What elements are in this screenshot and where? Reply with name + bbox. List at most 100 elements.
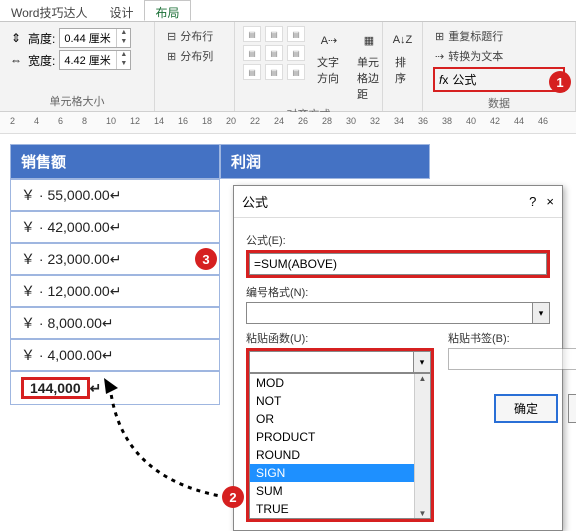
ruler-tick: 38 bbox=[442, 116, 452, 126]
paste-func-drop[interactable]: ▾ bbox=[413, 351, 431, 373]
repeat-hdr-icon: ⊞ bbox=[435, 30, 444, 43]
dialog-help-button[interactable]: ? bbox=[529, 194, 536, 209]
ok-button[interactable]: 确定 bbox=[494, 394, 558, 423]
ruler-tick: 46 bbox=[538, 116, 548, 126]
group-alignment: ▤ ▤ ▤ ▤ ▤ ▤ ▤ ▤ ▤ A⇢ 文字方向 bbox=[235, 22, 383, 111]
dist-rows-icon: ⊟ bbox=[167, 30, 176, 43]
result-cell[interactable]: 144,000↵ bbox=[10, 371, 220, 405]
paste-func-combo[interactable]: ▾ bbox=[249, 351, 431, 373]
table-row[interactable]: ￥ · 8,000.00↵ bbox=[10, 307, 220, 339]
callout-badge-2: 2 bbox=[222, 486, 244, 508]
tab-design[interactable]: 设计 bbox=[98, 0, 144, 21]
callout-badge-1: 1 bbox=[549, 71, 571, 93]
callout-badge-3: 3 bbox=[195, 248, 217, 270]
dialog-title: 公式 bbox=[242, 192, 268, 211]
ruler-tick: 44 bbox=[514, 116, 524, 126]
height-spinner[interactable]: ▲▼ bbox=[59, 28, 131, 48]
table-row[interactable]: ￥ · 12,000.00↵ bbox=[10, 275, 220, 307]
col-header-profit: 利润 bbox=[220, 144, 430, 179]
align-bl[interactable]: ▤ bbox=[243, 64, 261, 80]
func-item-or[interactable]: OR bbox=[250, 410, 430, 428]
height-up[interactable]: ▲ bbox=[117, 29, 130, 38]
group-distribute: ⊟分布行 ⊞分布列 bbox=[155, 22, 235, 111]
paste-bm-input bbox=[448, 348, 576, 370]
ruler-tick: 16 bbox=[178, 116, 188, 126]
align-tl[interactable]: ▤ bbox=[243, 26, 261, 42]
align-tr[interactable]: ▤ bbox=[287, 26, 305, 42]
width-up[interactable]: ▲ bbox=[117, 51, 130, 60]
ruler-tick: 20 bbox=[226, 116, 236, 126]
ruler-tick: 10 bbox=[106, 116, 116, 126]
col-header-sales: 销售额 bbox=[10, 144, 220, 179]
text-direction-button[interactable]: A⇢ 文字方向 bbox=[313, 26, 345, 88]
tab-addin[interactable]: Word技巧达人 bbox=[0, 0, 98, 21]
width-down[interactable]: ▼ bbox=[117, 60, 130, 69]
numfmt-drop[interactable]: ▾ bbox=[532, 302, 550, 324]
align-bc[interactable]: ▤ bbox=[265, 64, 283, 80]
convert-to-text-button[interactable]: ⇢转换为文本 bbox=[431, 46, 567, 66]
sort-button[interactable]: A↓Z 排序 bbox=[391, 26, 414, 88]
ruler-tick: 18 bbox=[202, 116, 212, 126]
doc-tabs: Word技巧达人 设计 布局 bbox=[0, 0, 576, 22]
numfmt-input[interactable] bbox=[246, 302, 532, 324]
formula-input[interactable] bbox=[249, 253, 547, 275]
width-icon: ⇔ bbox=[8, 52, 24, 68]
func-item-not[interactable]: NOT bbox=[250, 392, 430, 410]
paste-bm-combo[interactable]: ▾ bbox=[448, 348, 576, 370]
function-list[interactable]: ▲▼ MODNOTORPRODUCTROUNDSIGNSUMTRUE bbox=[249, 373, 431, 519]
height-icon: ⇕ bbox=[8, 30, 24, 46]
cancel-button[interactable]: 取消 bbox=[568, 394, 576, 423]
table-row[interactable]: ￥ · 23,000.00↵ bbox=[10, 243, 220, 275]
dialog-close-button[interactable]: × bbox=[546, 194, 554, 209]
formula-button[interactable]: fx 公式 1 bbox=[433, 67, 565, 92]
align-tc[interactable]: ▤ bbox=[265, 26, 283, 42]
group-cell-size-label: 单元格大小 bbox=[8, 93, 146, 109]
ruler-tick: 6 bbox=[58, 116, 63, 126]
group-sort: A↓Z 排序 bbox=[383, 22, 423, 111]
ruler-tick: 40 bbox=[466, 116, 476, 126]
paste-func-input[interactable] bbox=[249, 351, 413, 373]
ruler-tick: 36 bbox=[418, 116, 428, 126]
paste-bm-label: 粘贴书签(B): bbox=[448, 330, 576, 346]
align-ml[interactable]: ▤ bbox=[243, 45, 261, 61]
align-mc[interactable]: ▤ bbox=[265, 45, 283, 61]
paste-func-label: 粘贴函数(U): bbox=[246, 330, 434, 346]
width-spinner[interactable]: ▲▼ bbox=[59, 50, 131, 70]
numfmt-label: 编号格式(N): bbox=[246, 284, 550, 300]
sort-icon: A↓Z bbox=[391, 28, 415, 52]
func-item-mod[interactable]: MOD bbox=[250, 374, 430, 392]
func-item-sign[interactable]: SIGN bbox=[250, 464, 430, 482]
table-row[interactable]: ￥ · 4,000.00↵ bbox=[10, 339, 220, 371]
func-item-round[interactable]: ROUND bbox=[250, 446, 430, 464]
align-mr[interactable]: ▤ bbox=[287, 45, 305, 61]
align-br[interactable]: ▤ bbox=[287, 64, 305, 80]
table-row[interactable]: ￥ · 55,000.00↵ bbox=[10, 179, 220, 211]
ruler-tick: 42 bbox=[490, 116, 500, 126]
func-item-true[interactable]: TRUE bbox=[250, 500, 430, 518]
distribute-rows-button[interactable]: ⊟分布行 bbox=[163, 26, 226, 46]
ruler-tick: 2 bbox=[10, 116, 15, 126]
ruler-tick: 24 bbox=[274, 116, 284, 126]
distribute-cols-button[interactable]: ⊞分布列 bbox=[163, 46, 226, 66]
tab-layout[interactable]: 布局 bbox=[144, 0, 190, 21]
group-cell-size: ⇕ 高度: ▲▼ ⇔ 宽度: ▲▼ 单元格大小 bbox=[0, 22, 155, 111]
ruler-tick: 14 bbox=[154, 116, 164, 126]
cell-margins-button[interactable]: ▦ 单元格边距 bbox=[353, 26, 385, 104]
func-item-product[interactable]: PRODUCT bbox=[250, 428, 430, 446]
func-item-sum[interactable]: SUM bbox=[250, 482, 430, 500]
result-value: 144,000 bbox=[21, 377, 90, 399]
numfmt-combo[interactable]: ▾ bbox=[246, 302, 550, 324]
ruler-tick: 4 bbox=[34, 116, 39, 126]
repeat-header-button[interactable]: ⊞重复标题行 bbox=[431, 26, 567, 46]
func-scrollbar[interactable]: ▲▼ bbox=[414, 374, 430, 518]
text-direction-icon: A⇢ bbox=[317, 28, 341, 52]
ruler-tick: 34 bbox=[394, 116, 404, 126]
fx-icon: fx bbox=[439, 73, 448, 87]
ruler[interactable]: 2468101214161820222426283032343638404244… bbox=[0, 112, 576, 134]
table-row[interactable]: ￥ · 42,000.00↵ bbox=[10, 211, 220, 243]
height-down[interactable]: ▼ bbox=[117, 38, 130, 47]
width-input[interactable] bbox=[60, 51, 116, 69]
ruler-tick: 26 bbox=[298, 116, 308, 126]
dist-cols-icon: ⊞ bbox=[167, 50, 176, 63]
height-input[interactable] bbox=[60, 29, 116, 47]
